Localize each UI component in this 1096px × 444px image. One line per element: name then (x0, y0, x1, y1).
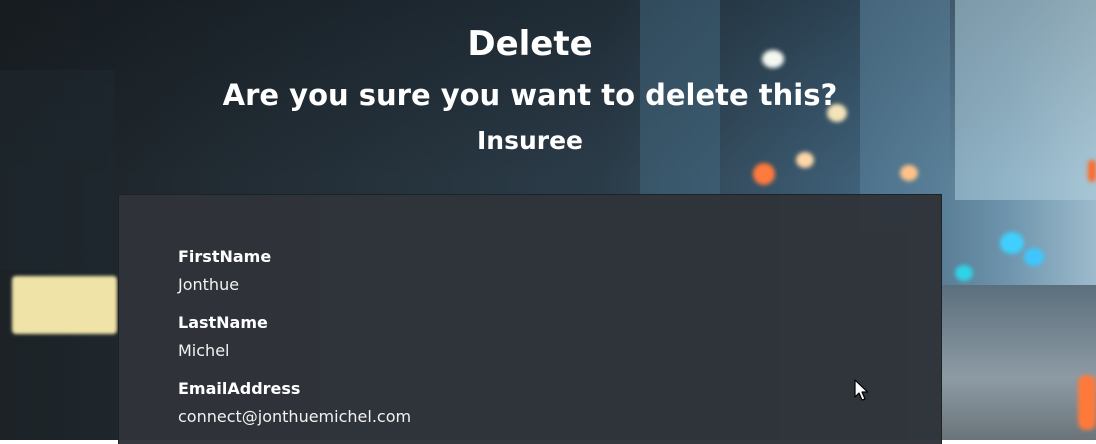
field-emailaddress: EmailAddress connect@jonthuemichel.com (178, 379, 411, 427)
field-label: FirstName (178, 247, 272, 266)
confirm-question: Are you sure you want to delete this? (222, 78, 838, 112)
field-value: Jonthue (178, 275, 240, 294)
mouse-pointer-icon (854, 379, 869, 401)
field-firstname: FirstName Jonthue (178, 247, 271, 295)
entity-name: Insuree (476, 126, 584, 155)
field-value: connect@jonthuemichel.com (178, 407, 412, 426)
field-lastname: LastName Michel (178, 313, 268, 361)
field-label: LastName (178, 313, 268, 332)
details-panel: FirstName Jonthue LastName Michel EmailA… (118, 194, 942, 444)
field-value: Michel (178, 341, 230, 360)
page-title: Delete (467, 24, 593, 64)
field-label: EmailAddress (178, 379, 301, 398)
